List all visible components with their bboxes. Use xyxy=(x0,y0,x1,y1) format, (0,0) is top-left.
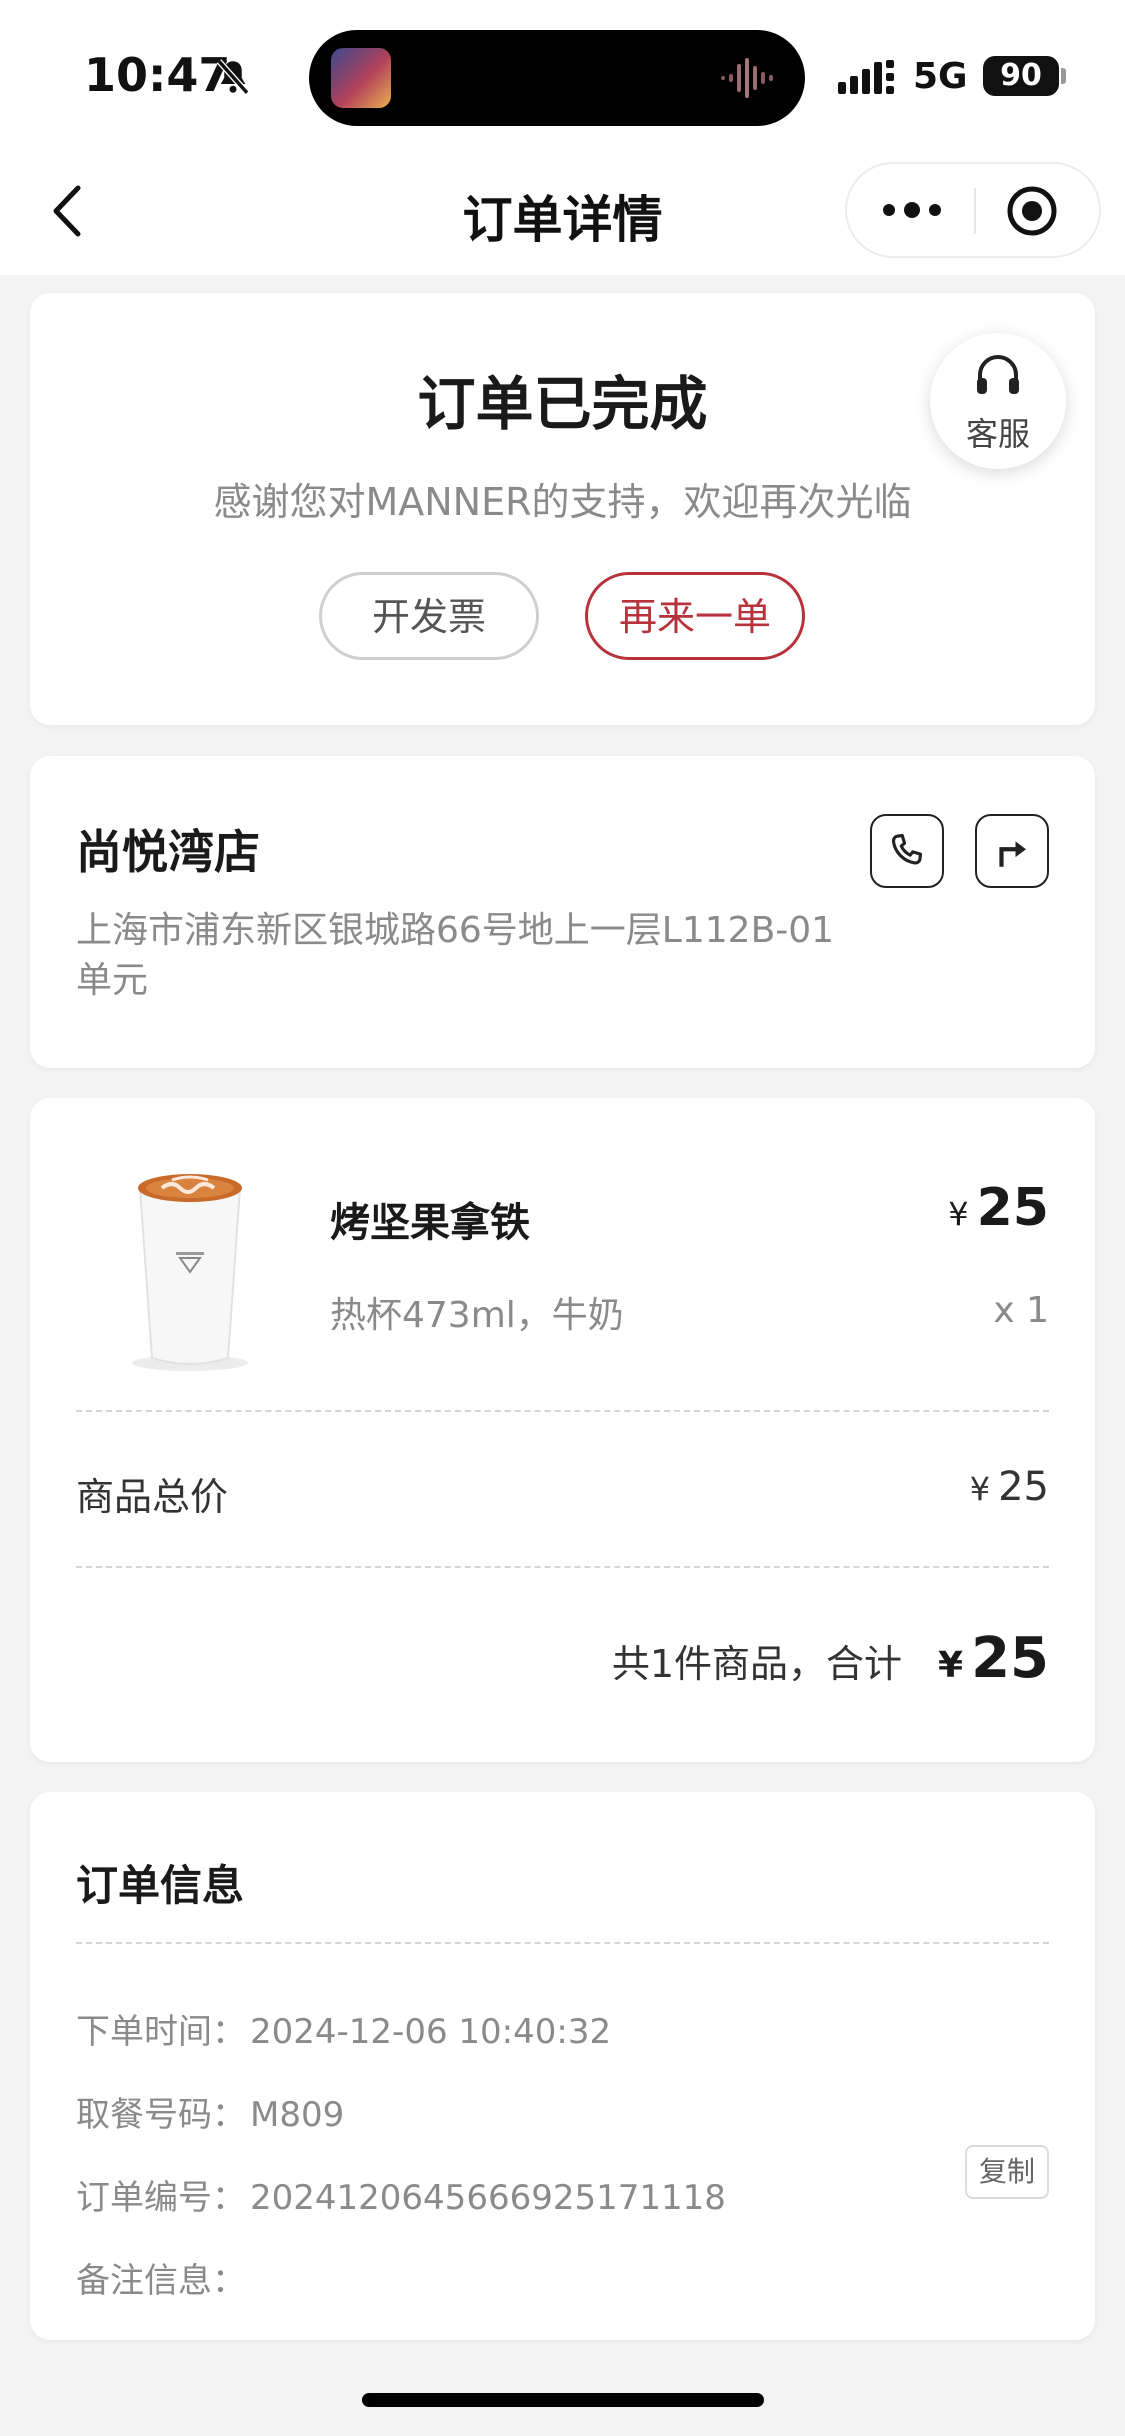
remark-label: 备注信息： xyxy=(76,2261,246,2301)
order-time-value: 2024-12-06 10:40:32 xyxy=(250,2012,612,2052)
divider xyxy=(76,1410,1049,1412)
order-number-row: 订单编号： 2024120645666925171118 xyxy=(76,2170,726,2219)
home-indicator[interactable] xyxy=(362,2393,764,2407)
store-card: 尚悦湾店 上海市浦东新区银城路66号地上一层L112B-01单元 xyxy=(30,756,1095,1068)
pickup-code-row: 取餐号码： M809 xyxy=(76,2087,344,2136)
reorder-button[interactable]: 再来一单 xyxy=(585,572,805,660)
more-dots-icon[interactable] xyxy=(877,192,947,228)
bell-off-icon xyxy=(216,59,250,95)
customer-service-button[interactable]: 客服 xyxy=(930,333,1066,469)
subtotal-amount: 25 xyxy=(998,1464,1049,1510)
customer-service-label: 客服 xyxy=(965,415,1030,453)
order-total-row: 共1件商品，合计 ¥25 xyxy=(612,1626,1049,1691)
order-status-subtitle: 感谢您对MANNER的支持，欢迎再次光临 xyxy=(213,480,912,524)
miniapp-capsule xyxy=(845,162,1101,258)
target-icon[interactable] xyxy=(1005,184,1059,238)
order-info-card: 订单信息 下单时间： 2024-12-06 10:40:32 取餐号码： M809 … xyxy=(30,1792,1095,2340)
remark-row: 备注信息： xyxy=(76,2253,250,2302)
subtotal-label: 商品总价 xyxy=(76,1475,229,1519)
order-time-label: 下单时间： xyxy=(76,2012,246,2052)
currency-symbol: ¥ xyxy=(938,1645,964,1686)
subtotal-value: ¥25 xyxy=(970,1464,1049,1510)
divider xyxy=(76,1942,1049,1944)
latte-cup-image xyxy=(132,1174,248,1371)
total-value: ¥25 xyxy=(938,1626,1049,1691)
product-card: 烤坚果拿铁 热杯473ml，牛奶 ¥25 x 1 商品总价 ¥25 共1件商品，… xyxy=(30,1098,1095,1762)
currency-symbol: ¥ xyxy=(948,1195,969,1233)
nav-bar: 订单详情 xyxy=(0,150,1125,275)
invoice-button[interactable]: 开发票 xyxy=(319,572,539,660)
product-quantity: x 1 xyxy=(993,1290,1049,1331)
store-address: 上海市浦东新区银城路66号地上一层L112B-01单元 xyxy=(76,910,835,1001)
signal-icon xyxy=(838,60,894,94)
phone-icon xyxy=(891,834,923,865)
order-number-value: 2024120645666925171118 xyxy=(250,2178,726,2218)
headset-icon xyxy=(977,355,1019,394)
pickup-code-label: 取餐号码： xyxy=(76,2095,246,2135)
call-store-button[interactable] xyxy=(870,814,944,888)
directions-button[interactable] xyxy=(975,814,1049,888)
capsule-divider xyxy=(974,188,976,234)
currency-symbol: ¥ xyxy=(969,1470,991,1508)
now-playing-artwork xyxy=(331,48,391,108)
product-name: 烤坚果拿铁 xyxy=(330,1200,530,1246)
order-status-card: 订单已完成 感谢您对MANNER的支持，欢迎再次光临 开发票 再来一单 客服 xyxy=(30,293,1095,725)
order-number-label: 订单编号： xyxy=(76,2178,246,2218)
order-info-title: 订单信息 xyxy=(76,1861,245,1910)
network-type: 5G xyxy=(913,56,968,97)
divider xyxy=(76,1566,1049,1568)
product-price-value: 25 xyxy=(976,1178,1049,1238)
product-options: 热杯473ml，牛奶 xyxy=(330,1295,624,1336)
battery-indicator: 90 xyxy=(983,56,1059,96)
status-time: 10:47 xyxy=(84,48,231,102)
status-bar: 10:47 5G 90 xyxy=(0,0,1125,150)
dynamic-island[interactable] xyxy=(309,30,805,126)
battery-cap xyxy=(1061,68,1066,84)
directions-icon xyxy=(999,841,1026,867)
total-amount: 25 xyxy=(971,1626,1049,1691)
product-price: ¥25 xyxy=(948,1178,1049,1238)
store-name: 尚悦湾店 xyxy=(76,825,260,879)
total-label: 共1件商品，合计 xyxy=(611,1642,902,1686)
audio-wave-icon xyxy=(721,58,773,98)
pickup-code-value: M809 xyxy=(250,2095,345,2135)
copy-order-number-button[interactable]: 复制 xyxy=(965,2145,1049,2199)
order-time-row: 下单时间： 2024-12-06 10:40:32 xyxy=(76,2004,611,2053)
